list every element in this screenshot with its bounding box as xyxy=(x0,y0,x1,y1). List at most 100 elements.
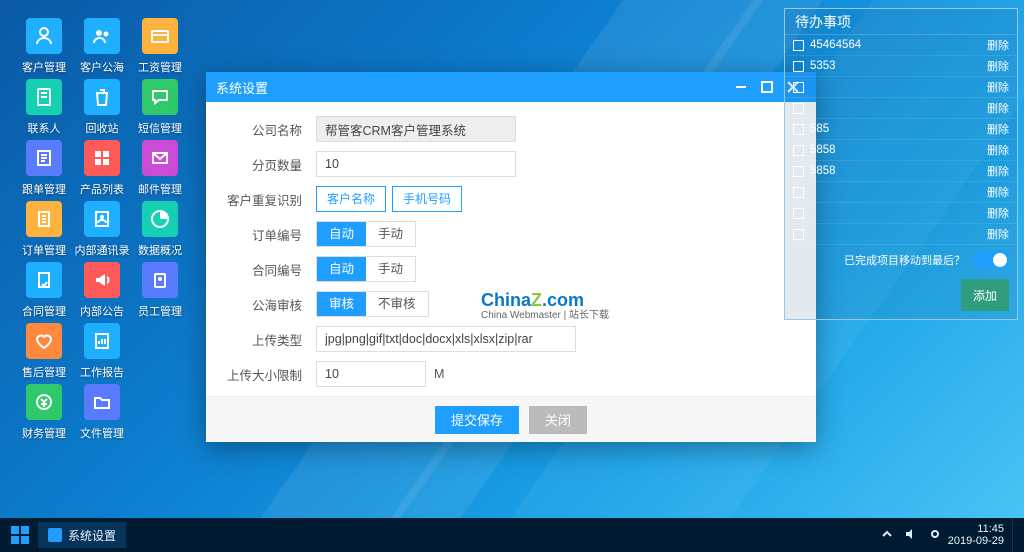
ordernum-manual[interactable]: 手动 xyxy=(366,222,415,246)
app-icon-label: 财务管理 xyxy=(22,425,66,441)
contractnum-manual[interactable]: 手动 xyxy=(366,257,415,281)
todo-delete[interactable]: 删除 xyxy=(987,58,1009,74)
app-icon-badge[interactable]: 员工管理 xyxy=(132,262,188,319)
todo-list: 45464564删除5353删除删除删除585删除5858删除5858删除删除删… xyxy=(785,35,1017,245)
todo-item[interactable]: 45464564删除 xyxy=(785,35,1017,56)
todo-item[interactable]: 5353删除 xyxy=(785,56,1017,77)
app-icon-label: 数据概况 xyxy=(138,242,182,258)
todo-checkbox[interactable] xyxy=(793,187,804,198)
todo-footer-question: 已完成项目移动到最后？ xyxy=(844,252,965,268)
minimize-button[interactable] xyxy=(728,72,754,102)
todo-item[interactable]: 5858删除 xyxy=(785,140,1017,161)
app-icon-label: 员工管理 xyxy=(138,303,182,319)
todo-delete[interactable]: 删除 xyxy=(987,205,1009,221)
app-icon-contacts[interactable]: 内部通讯录 xyxy=(74,201,130,258)
app-icon-user[interactable]: 客户管理 xyxy=(16,18,72,75)
todo-item[interactable]: 删除 xyxy=(785,77,1017,98)
close-dialog-button[interactable]: 关闭 xyxy=(529,406,587,434)
todo-checkbox[interactable] xyxy=(793,61,804,72)
submit-button[interactable]: 提交保存 xyxy=(435,406,519,434)
paper-icon xyxy=(26,262,62,298)
todo-title: 待办事项 xyxy=(785,9,1017,35)
todo-checkbox[interactable] xyxy=(793,103,804,114)
dup-chip-name[interactable]: 客户名称 xyxy=(316,186,386,212)
app-icon-label: 工资管理 xyxy=(138,59,182,75)
tray-expand-icon[interactable] xyxy=(880,527,894,544)
mail-icon xyxy=(142,140,178,176)
app-icon-report[interactable]: 工作报告 xyxy=(74,323,130,380)
app-icon-folder[interactable]: 文件管理 xyxy=(74,384,130,441)
clock-date: 2019-09-29 xyxy=(948,535,1004,547)
todo-item[interactable]: 删除 xyxy=(785,224,1017,245)
app-icon-pie[interactable]: 数据概况 xyxy=(132,201,188,258)
todo-checkbox[interactable] xyxy=(793,208,804,219)
todo-delete[interactable]: 删除 xyxy=(987,226,1009,242)
app-icon-grid[interactable]: 产品列表 xyxy=(74,140,130,197)
todo-delete[interactable]: 删除 xyxy=(987,79,1009,95)
todo-delete[interactable]: 删除 xyxy=(987,142,1009,158)
todo-delete[interactable]: 删除 xyxy=(987,121,1009,137)
todo-checkbox[interactable] xyxy=(793,229,804,240)
dialog-titlebar[interactable]: 系统设置 xyxy=(206,72,816,102)
seaaudit-yes[interactable]: 审核 xyxy=(317,292,366,316)
todo-checkbox[interactable] xyxy=(793,166,804,177)
app-icon-trash[interactable]: 回收站 xyxy=(74,79,130,136)
label-dup: 客户重复识别 xyxy=(226,190,316,209)
app-icon-book[interactable]: 联系人 xyxy=(16,79,72,136)
todo-text: 45464564 xyxy=(810,39,987,51)
todo-checkbox[interactable] xyxy=(793,124,804,135)
todo-item[interactable]: 删除 xyxy=(785,203,1017,224)
page-size-input[interactable] xyxy=(316,151,516,177)
clock-time: 11:45 xyxy=(948,523,1004,535)
app-icon-money[interactable]: 财务管理 xyxy=(16,384,72,441)
app-icon-label: 联系人 xyxy=(28,120,61,136)
app-icon-chat[interactable]: 短信管理 xyxy=(132,79,188,136)
todo-toggle[interactable] xyxy=(973,251,1009,269)
seaaudit-no[interactable]: 不审核 xyxy=(366,292,428,316)
app-icon-note[interactable]: 跟单管理 xyxy=(16,140,72,197)
todo-delete[interactable]: 删除 xyxy=(987,37,1009,53)
app-icon-label: 跟单管理 xyxy=(22,181,66,197)
todo-delete[interactable]: 删除 xyxy=(987,184,1009,200)
app-icon-heart[interactable]: 售后管理 xyxy=(16,323,72,380)
taskbar-item-active[interactable]: 系统设置 xyxy=(38,522,126,548)
dup-chip-phone[interactable]: 手机号码 xyxy=(392,186,462,212)
ordernum-auto[interactable]: 自动 xyxy=(317,222,366,246)
todo-item[interactable]: 删除 xyxy=(785,182,1017,203)
app-icon-label: 订单管理 xyxy=(22,242,66,258)
app-icon-horn[interactable]: 内部公告 xyxy=(74,262,130,319)
upload-types-input[interactable] xyxy=(316,326,576,352)
app-icon-card[interactable]: 工资管理 xyxy=(132,18,188,75)
todo-checkbox[interactable] xyxy=(793,145,804,156)
taskbar-clock[interactable]: 11:45 2019-09-29 xyxy=(948,523,1004,547)
app-icon-users[interactable]: 客户公海 xyxy=(74,18,130,75)
tray-settings-icon[interactable] xyxy=(928,527,942,544)
todo-panel: 待办事项 45464564删除5353删除删除删除585删除5858删除5858… xyxy=(784,8,1018,320)
todo-item[interactable]: 5858删除 xyxy=(785,161,1017,182)
dialog-body: 公司名称 分页数量 客户重复识别 客户名称 手机号码 订单编号 自动 手动 合同… xyxy=(206,102,816,396)
maximize-button[interactable] xyxy=(754,72,780,102)
show-desktop-button[interactable] xyxy=(1012,518,1018,552)
todo-item[interactable]: 删除 xyxy=(785,98,1017,119)
todo-checkbox[interactable] xyxy=(793,82,804,93)
folder-icon xyxy=(84,384,120,420)
app-icon-doc[interactable]: 订单管理 xyxy=(16,201,72,258)
upload-size-input[interactable] xyxy=(316,361,426,387)
label-seaaudit: 公海审核 xyxy=(226,295,316,314)
todo-item[interactable]: 585删除 xyxy=(785,119,1017,140)
todo-checkbox[interactable] xyxy=(793,40,804,51)
app-icon-label: 回收站 xyxy=(86,120,119,136)
label-upsize: 上传大小限制 xyxy=(226,365,316,384)
app-icon-paper[interactable]: 合同管理 xyxy=(16,262,72,319)
todo-add-button[interactable]: 添加 xyxy=(961,279,1009,311)
company-input[interactable] xyxy=(316,116,516,142)
badge-icon xyxy=(142,262,178,298)
taskbar: 系统设置 11:45 2019-09-29 xyxy=(0,518,1024,552)
start-button[interactable] xyxy=(6,521,34,549)
app-icon-mail[interactable]: 邮件管理 xyxy=(132,140,188,197)
tray-sound-icon[interactable] xyxy=(904,527,918,544)
todo-delete[interactable]: 删除 xyxy=(987,163,1009,179)
contractnum-auto[interactable]: 自动 xyxy=(317,257,366,281)
todo-delete[interactable]: 删除 xyxy=(987,100,1009,116)
user-icon xyxy=(26,18,62,54)
